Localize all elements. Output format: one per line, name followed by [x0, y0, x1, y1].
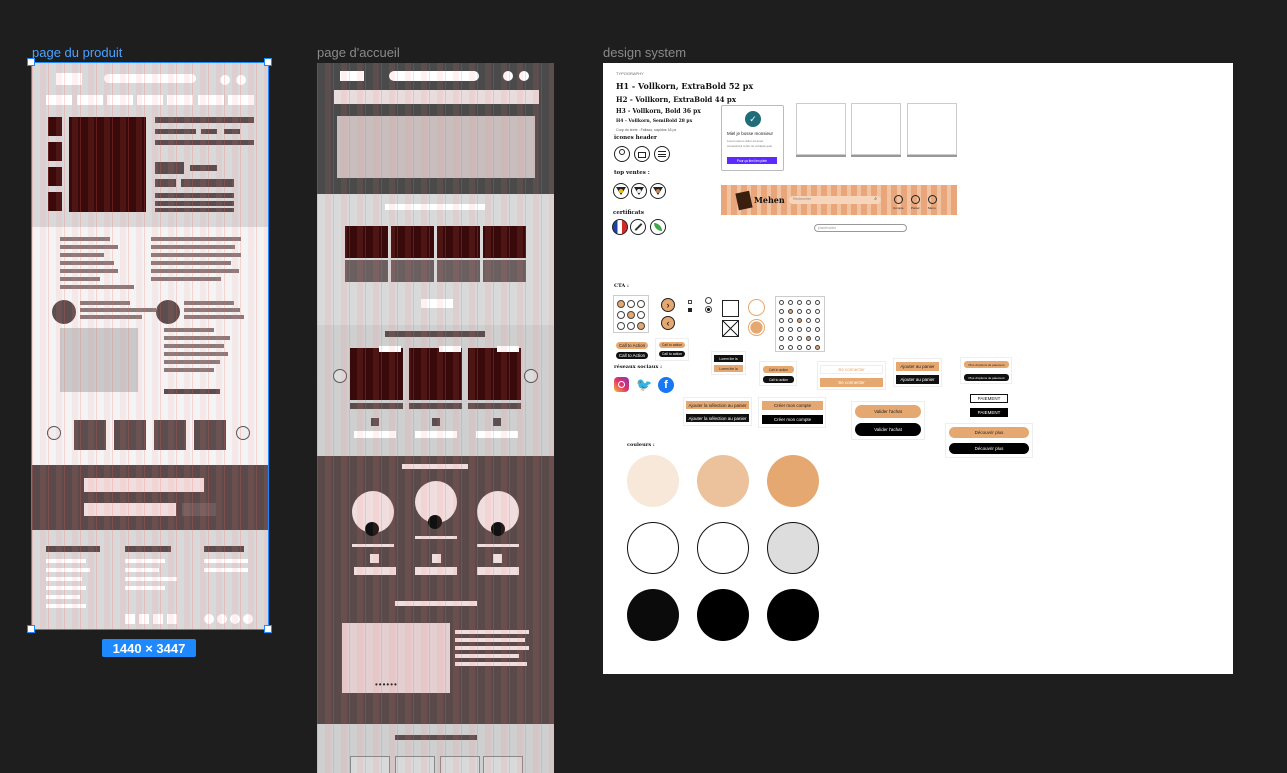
h4-sample: H4 - Vollkorn, SemiBold 28 px	[616, 119, 693, 124]
color-swatch[interactable]	[697, 589, 749, 641]
payment-button[interactable]: PAIEMENT	[970, 394, 1008, 403]
h1-sample: H1 - Vollkorn, ExtraBold 52 px	[616, 81, 754, 91]
toggle-filled[interactable]	[748, 319, 765, 336]
radio-dot[interactable]	[797, 336, 802, 341]
radio-dot[interactable]	[788, 300, 793, 305]
header-link: Menu	[928, 206, 936, 210]
resize-handle-bl[interactable]	[27, 625, 35, 633]
radio-dot[interactable]	[797, 309, 802, 314]
radio-dot[interactable]	[797, 318, 802, 323]
home-page-frame[interactable]: ••••••	[317, 63, 554, 773]
radio-dot[interactable]	[797, 345, 802, 350]
radio-dot[interactable]	[788, 318, 793, 323]
typography-title: TYPOGRAPHY	[616, 71, 644, 76]
toggle-empty[interactable]	[748, 299, 765, 316]
checkbox-unchecked[interactable]	[722, 300, 739, 317]
social-title: réseaux sociaux :	[614, 364, 662, 370]
check-icon: ✓	[745, 111, 761, 127]
placeholder-card	[851, 103, 901, 155]
cta-button[interactable]: Call to Action	[616, 352, 648, 359]
frame-label-design-system[interactable]: design system	[603, 45, 686, 60]
size-badge: 1440 × 3447	[102, 639, 196, 657]
search-icon: ⌕	[874, 196, 877, 202]
radio-dot[interactable]	[806, 345, 811, 350]
account-icon[interactable]	[894, 195, 903, 204]
radio-dot[interactable]	[806, 336, 811, 341]
selection-outline	[31, 62, 269, 630]
header-link: Panier	[911, 206, 920, 210]
next-arrow-button[interactable]: ›	[661, 298, 675, 312]
radio-dot[interactable]	[806, 327, 811, 332]
radio-dot[interactable]	[788, 327, 793, 332]
menu-icon[interactable]	[928, 195, 937, 204]
radio-dot[interactable]	[779, 300, 784, 305]
card-title: Miel je bosse monsieur	[727, 131, 774, 136]
basket-icon[interactable]	[911, 195, 920, 204]
header-link: Compte	[893, 206, 904, 210]
radio-group[interactable]	[613, 295, 649, 333]
search-placeholder-text: placeholder	[818, 226, 837, 230]
radio-dot[interactable]	[779, 318, 784, 323]
radio-dot[interactable]	[806, 300, 811, 305]
color-swatch[interactable]	[627, 455, 679, 507]
h3-sample: H3 - Vollkorn, Bold 36 px	[616, 108, 701, 115]
resize-handle-br[interactable]	[264, 625, 272, 633]
top-ventes-title: top ventes :	[614, 170, 650, 176]
cta-button[interactable]: Call to Action	[616, 342, 648, 349]
color-swatch[interactable]	[767, 455, 819, 507]
resize-handle-tr[interactable]	[264, 58, 272, 66]
radio-dot[interactable]	[815, 345, 820, 350]
frame-label-product[interactable]: page du produit	[32, 45, 122, 60]
certificats-title: certificats	[613, 210, 644, 216]
search-input[interactable]: placeholder	[814, 224, 907, 232]
placeholder-card	[796, 103, 846, 155]
checkbox-checked[interactable]	[722, 320, 739, 337]
payment-button[interactable]: PAIEMENT	[970, 408, 1008, 417]
placeholder-card	[907, 103, 957, 155]
radio-dot[interactable]	[797, 327, 802, 332]
h2-sample: H2 - Vollkorn, ExtraBold 44 px	[616, 95, 736, 104]
radio-dot[interactable]	[806, 318, 811, 323]
radio-dot[interactable]	[779, 327, 784, 332]
color-swatch[interactable]	[767, 522, 819, 574]
color-swatch[interactable]	[767, 589, 819, 641]
color-swatch[interactable]	[697, 455, 749, 507]
radio-dot[interactable]	[779, 336, 784, 341]
radio-dot[interactable]	[788, 345, 793, 350]
radio-dot[interactable]	[815, 300, 820, 305]
dot-grid[interactable]	[775, 296, 825, 352]
color-swatch[interactable]	[627, 589, 679, 641]
resize-handle-tl[interactable]	[27, 58, 35, 66]
france-flag-icon	[612, 219, 628, 235]
radio-dot[interactable]	[806, 309, 811, 314]
radio-dot[interactable]	[788, 309, 793, 314]
card-button[interactable]: Pour ça lien lien plein	[727, 157, 777, 164]
radio-dot[interactable]	[815, 327, 820, 332]
color-swatch[interactable]	[627, 522, 679, 574]
brand-name: Mehen	[754, 195, 785, 205]
frame-label-home[interactable]: page d'accueil	[317, 45, 400, 60]
design-system-frame[interactable]: TYPOGRAPHY H1 - Vollkorn, ExtraBold 52 p…	[603, 63, 1233, 674]
radio-dot[interactable]	[788, 336, 793, 341]
card-text: Lorem ipsum dolor sit amet consectetur t…	[727, 139, 772, 148]
radio-dot[interactable]	[815, 318, 820, 323]
header-search[interactable]: Rechercher ⌕	[789, 196, 881, 204]
search-placeholder-text: Rechercher	[793, 197, 812, 201]
facebook-icon[interactable]: f	[658, 377, 674, 393]
radio-dot[interactable]	[779, 345, 784, 350]
radio-dot[interactable]	[797, 300, 802, 305]
color-swatch[interactable]	[697, 522, 749, 574]
colors-title: couleurs :	[627, 442, 655, 448]
prev-arrow-button[interactable]: ‹	[661, 316, 675, 330]
cta-title: CTA :	[614, 283, 629, 289]
radio-dot[interactable]	[815, 336, 820, 341]
radio-dot[interactable]	[779, 309, 784, 314]
icons-header-title: icones header	[614, 135, 657, 141]
twitter-icon[interactable]: 🐦	[636, 377, 652, 392]
product-card[interactable]: ✓ Miel je bosse monsieur Lorem ipsum dol…	[721, 105, 784, 171]
radio-dot[interactable]	[815, 309, 820, 314]
body-sample: Corp du texte : Fallaso, sapidus 18 px	[616, 128, 677, 132]
header-preview: Mehen Rechercher ⌕ Compte Panier Menu	[721, 185, 957, 215]
logo-icon	[735, 190, 753, 211]
